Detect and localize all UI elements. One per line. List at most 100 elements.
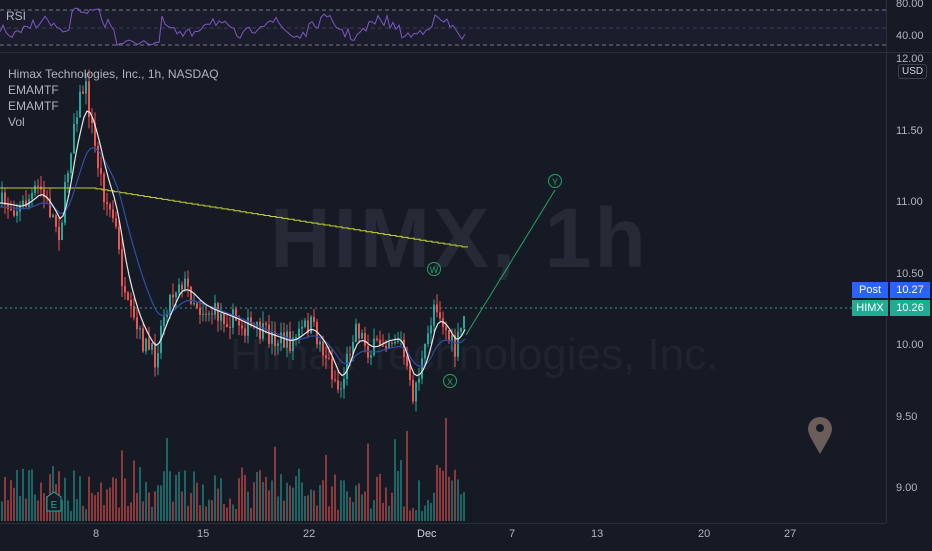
volume-bar: [355, 485, 357, 521]
volume-bar: [439, 467, 441, 521]
volume-bar: [346, 491, 348, 521]
candle-body: [331, 359, 333, 380]
wave-label-w-text: W: [430, 265, 439, 275]
volume-bar: [298, 468, 300, 521]
legend-indicator-vol[interactable]: Vol: [8, 114, 219, 130]
volume-bar: [169, 471, 171, 521]
volume-bar: [37, 500, 39, 521]
candle-body: [13, 210, 15, 216]
volume-bar: [283, 500, 285, 521]
currency-button[interactable]: USD: [898, 64, 928, 79]
candle-body: [169, 294, 171, 315]
candle-body: [364, 332, 366, 346]
candle-body: [394, 341, 396, 344]
volume-bar: [232, 504, 234, 521]
candle-body: [301, 326, 303, 329]
volume-bar: [100, 482, 102, 521]
volume-bar: [151, 506, 153, 521]
volume-bar: [406, 431, 408, 521]
volume-bar: [319, 484, 321, 521]
candle-body: [157, 353, 159, 368]
candle-body: [448, 330, 450, 341]
volume-bar: [352, 502, 354, 521]
candle-body: [202, 313, 204, 315]
volume-bar: [304, 495, 306, 521]
volume-bar: [322, 480, 324, 521]
volume-bar: [334, 474, 336, 521]
volume-bar: [4, 477, 6, 521]
candle-body: [199, 307, 201, 315]
candle-body: [70, 153, 72, 174]
volume-bar: [154, 491, 156, 521]
volume-bar: [73, 470, 75, 521]
candle-body: [211, 313, 213, 315]
wave-label-y[interactable]: Y: [548, 174, 562, 188]
candle-body: [310, 316, 312, 334]
volume-bar: [463, 492, 465, 521]
volume-bar: [199, 505, 201, 521]
volume-bar: [403, 506, 405, 521]
volume-bar: [178, 471, 180, 521]
volume-bar: [286, 482, 288, 521]
candle-body: [409, 366, 411, 380]
time-label-dec: Dec: [417, 528, 437, 540]
candle-body: [283, 332, 285, 348]
candle-body: [154, 343, 156, 368]
volume-bar: [205, 506, 207, 521]
wave-label-w[interactable]: W: [427, 262, 441, 276]
candle-body: [358, 323, 360, 339]
candle-body: [217, 303, 219, 321]
candle-body: [139, 328, 141, 330]
candle-body: [325, 355, 327, 359]
rsi-chart: [0, 7, 886, 47]
candle-body: [382, 345, 384, 347]
volume-bar: [358, 483, 360, 521]
volume-bar: [325, 454, 327, 521]
volume-bar: [79, 476, 81, 521]
volume-bar: [421, 510, 423, 521]
chart-legend[interactable]: Himax Technologies, Inc., 1h, NASDAQ EMA…: [8, 66, 219, 130]
candle-body: [451, 335, 453, 341]
volume-bar: [373, 500, 375, 521]
candle-body: [235, 309, 237, 321]
legend-indicator-ema-2[interactable]: EMAMTF: [8, 98, 219, 114]
volume-bar: [16, 469, 18, 521]
volume-bar: [376, 476, 378, 521]
volume-bar: [133, 460, 135, 521]
volume-bar: [226, 507, 228, 521]
candle-body: [334, 379, 336, 381]
volume-bar: [412, 507, 414, 521]
candle-body: [106, 202, 108, 205]
volume-bar: [256, 471, 258, 521]
time-label-7: 7: [509, 528, 516, 540]
candle-body: [67, 173, 69, 183]
volume-bar: [370, 508, 372, 521]
candle-body: [337, 380, 339, 390]
legend-indicator-ema-1[interactable]: EMAMTF: [8, 82, 219, 98]
volume-bar: [223, 504, 225, 521]
wave-label-x[interactable]: X: [443, 374, 457, 388]
location-pin-icon[interactable]: [808, 417, 832, 454]
volume-bar: [28, 470, 30, 521]
volume-bar: [139, 467, 141, 521]
volume-bar: [391, 492, 393, 521]
volume-bar: [442, 470, 444, 521]
candle-body: [22, 200, 24, 206]
candle-body: [229, 326, 231, 328]
volume-bar: [172, 501, 174, 521]
candle-body: [349, 354, 351, 356]
time-axis[interactable]: [0, 523, 886, 551]
candle-body: [433, 304, 435, 326]
volume-bar: [130, 502, 132, 521]
legend-title[interactable]: Himax Technologies, Inc., 1h, NASDAQ: [8, 66, 219, 82]
candle-body: [31, 193, 33, 200]
rsi-pane[interactable]: [0, 0, 886, 52]
candle-body: [133, 306, 135, 318]
candle-body: [52, 215, 54, 217]
volume-bar: [247, 491, 249, 521]
volume-bar: [445, 418, 447, 521]
candle-body: [184, 278, 186, 290]
volume-bar: [145, 481, 147, 521]
wave-projection-line[interactable]: [465, 189, 556, 336]
candle-body: [136, 317, 138, 330]
